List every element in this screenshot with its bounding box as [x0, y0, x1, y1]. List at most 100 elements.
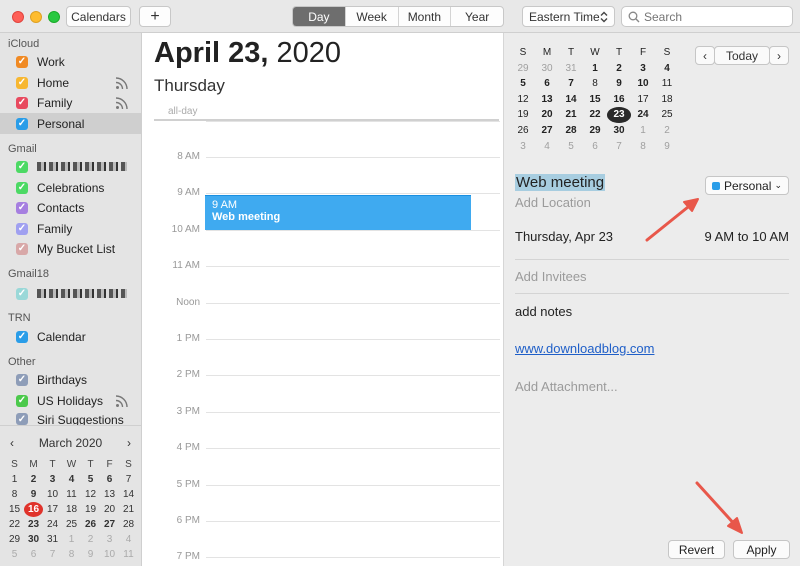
calendar-day[interactable]: 17 [631, 92, 655, 108]
notes-field[interactable]: add notes [515, 304, 572, 319]
sidebar-item-celebrations[interactable]: ✓ Celebrations [0, 177, 141, 198]
hour-row[interactable]: 8 AM [142, 151, 503, 169]
mini-next-button[interactable]: › [127, 436, 131, 450]
checkbox-personal[interactable]: ✓ [16, 117, 28, 130]
calendar-day[interactable]: 1 [5, 472, 24, 487]
calendar-day[interactable]: 28 [559, 123, 583, 139]
calendar-day[interactable]: 2 [81, 532, 100, 547]
calendar-day[interactable]: 26 [511, 123, 535, 139]
sidebar-item-birthdays[interactable]: ✓ Birthdays [0, 369, 141, 390]
hour-row[interactable]: 1 PM [142, 333, 503, 351]
calendar-day[interactable]: 10 [43, 487, 62, 502]
calendar-day[interactable]: 29 [5, 532, 24, 547]
calendar-day[interactable]: 18 [62, 502, 81, 517]
sidebar-item-redacted-2[interactable]: ✓ [0, 283, 141, 304]
hour-row[interactable]: 2 PM [142, 369, 503, 387]
event-web-meeting[interactable]: 9 AM Web meeting [205, 195, 471, 230]
hour-row[interactable]: 7 PM [142, 551, 503, 566]
calendar-day[interactable]: 30 [607, 123, 631, 139]
checkbox-contacts[interactable]: ✓ [16, 201, 28, 214]
calendar-day[interactable]: 9 [24, 487, 43, 502]
sidebar-item-personal[interactable]: ✓ Personal [0, 113, 141, 134]
calendar-day[interactable]: 5 [559, 139, 583, 155]
calendar-day[interactable]: 9 [81, 547, 100, 562]
selected-day[interactable]: 23 [607, 107, 631, 123]
hour-row[interactable]: 6 PM [142, 515, 503, 533]
calendar-day[interactable]: 4 [655, 61, 679, 77]
calendar-day[interactable]: 3 [511, 139, 535, 155]
calendar-day[interactable]: 8 [5, 487, 24, 502]
calendar-day[interactable]: 22 [5, 517, 24, 532]
calendar-day[interactable]: 4 [535, 139, 559, 155]
calendar-day[interactable]: 26 [81, 517, 100, 532]
calendar-day[interactable]: 10 [631, 76, 655, 92]
calendar-day[interactable]: 6 [535, 76, 559, 92]
event-title-field[interactable]: Web meeting [515, 174, 606, 191]
calendar-day[interactable]: 13 [535, 92, 559, 108]
calendar-day[interactable]: 18 [655, 92, 679, 108]
calendar-day[interactable]: 11 [655, 76, 679, 92]
add-attachment-field[interactable]: Add Attachment... [515, 379, 618, 394]
calendar-select[interactable]: Personal ⌄ [705, 176, 789, 195]
sidebar-item-home[interactable]: ✓ Home [0, 72, 141, 93]
calendar-day[interactable]: 11 [119, 547, 138, 562]
minimize-window-button[interactable] [30, 11, 42, 23]
sidebar-item-us-holidays[interactable]: ✓ US Holidays [0, 390, 141, 411]
hour-row[interactable]: Noon [142, 297, 503, 315]
calendar-day[interactable]: 27 [535, 123, 559, 139]
all-day-row[interactable]: all-day [154, 103, 499, 121]
hour-row[interactable]: 10 AM [142, 224, 503, 242]
sidebar-item-siri-suggestions[interactable]: ✓ Siri Suggestions [0, 410, 141, 425]
calendar-day[interactable]: 3 [100, 532, 119, 547]
calendar-day[interactable]: 4 [62, 472, 81, 487]
today-button[interactable]: Today [714, 46, 770, 65]
url-link[interactable]: www.downloadblog.com [515, 341, 654, 356]
hour-row[interactable]: 11 AM [142, 260, 503, 278]
timezone-select[interactable]: Eastern Time [522, 6, 615, 27]
add-location-field[interactable]: Add Location [515, 195, 591, 210]
add-event-button[interactable]: + [139, 6, 171, 27]
calendar-day[interactable]: 6 [583, 139, 607, 155]
tab-week[interactable]: Week [346, 7, 399, 26]
calendar-day[interactable]: 31 [559, 61, 583, 77]
calendar-day[interactable]: 8 [62, 547, 81, 562]
event-time-range[interactable]: 9 AM to 10 AM [704, 229, 789, 244]
calendar-day[interactable]: 1 [631, 123, 655, 139]
calendar-day[interactable]: 28 [119, 517, 138, 532]
hour-row[interactable]: 5 PM [142, 479, 503, 497]
calendar-day[interactable]: 24 [631, 107, 655, 123]
calendar-day[interactable]: 7 [607, 139, 631, 155]
sidebar-item-family[interactable]: ✓ Family [0, 92, 141, 113]
checkbox-calendar[interactable]: ✓ [16, 330, 28, 343]
calendar-day[interactable]: 5 [5, 547, 24, 562]
calendar-day[interactable]: 15 [583, 92, 607, 108]
calendar-day[interactable]: 10 [100, 547, 119, 562]
calendar-day[interactable]: 3 [631, 61, 655, 77]
calendar-day[interactable]: 29 [511, 61, 535, 77]
hour-row[interactable]: 3 PM [142, 406, 503, 424]
calendar-day[interactable]: 30 [24, 532, 43, 547]
tab-month[interactable]: Month [399, 7, 452, 26]
zoom-window-button[interactable] [48, 11, 60, 23]
calendar-day[interactable]: 9 [607, 76, 631, 92]
mini-prev-button[interactable]: ‹ [10, 436, 14, 450]
calendar-day[interactable]: 12 [511, 92, 535, 108]
sidebar-item-calendar[interactable]: ✓ Calendar [0, 326, 141, 347]
calendar-day[interactable]: 23 [24, 517, 43, 532]
calendar-day[interactable]: 8 [583, 76, 607, 92]
calendar-day[interactable]: 25 [62, 517, 81, 532]
checkbox-redacted[interactable]: ✓ [16, 160, 28, 173]
checkbox-work[interactable]: ✓ [16, 55, 28, 68]
calendar-day[interactable]: 3 [43, 472, 62, 487]
sidebar-item-gmail-family[interactable]: ✓ Family [0, 218, 141, 239]
checkbox-birthdays[interactable]: ✓ [16, 373, 28, 386]
calendar-day[interactable]: 16 [607, 92, 631, 108]
close-window-button[interactable] [12, 11, 24, 23]
sidebar-item-contacts[interactable]: ✓ Contacts [0, 197, 141, 218]
sidebar-item-bucket-list[interactable]: ✓ My Bucket List [0, 238, 141, 259]
checkbox-bucket-list[interactable]: ✓ [16, 242, 28, 255]
calendar-day[interactable]: 14 [559, 92, 583, 108]
apply-button[interactable]: Apply [733, 540, 790, 559]
next-day-button[interactable]: › [769, 46, 789, 65]
calendar-day[interactable]: 24 [43, 517, 62, 532]
